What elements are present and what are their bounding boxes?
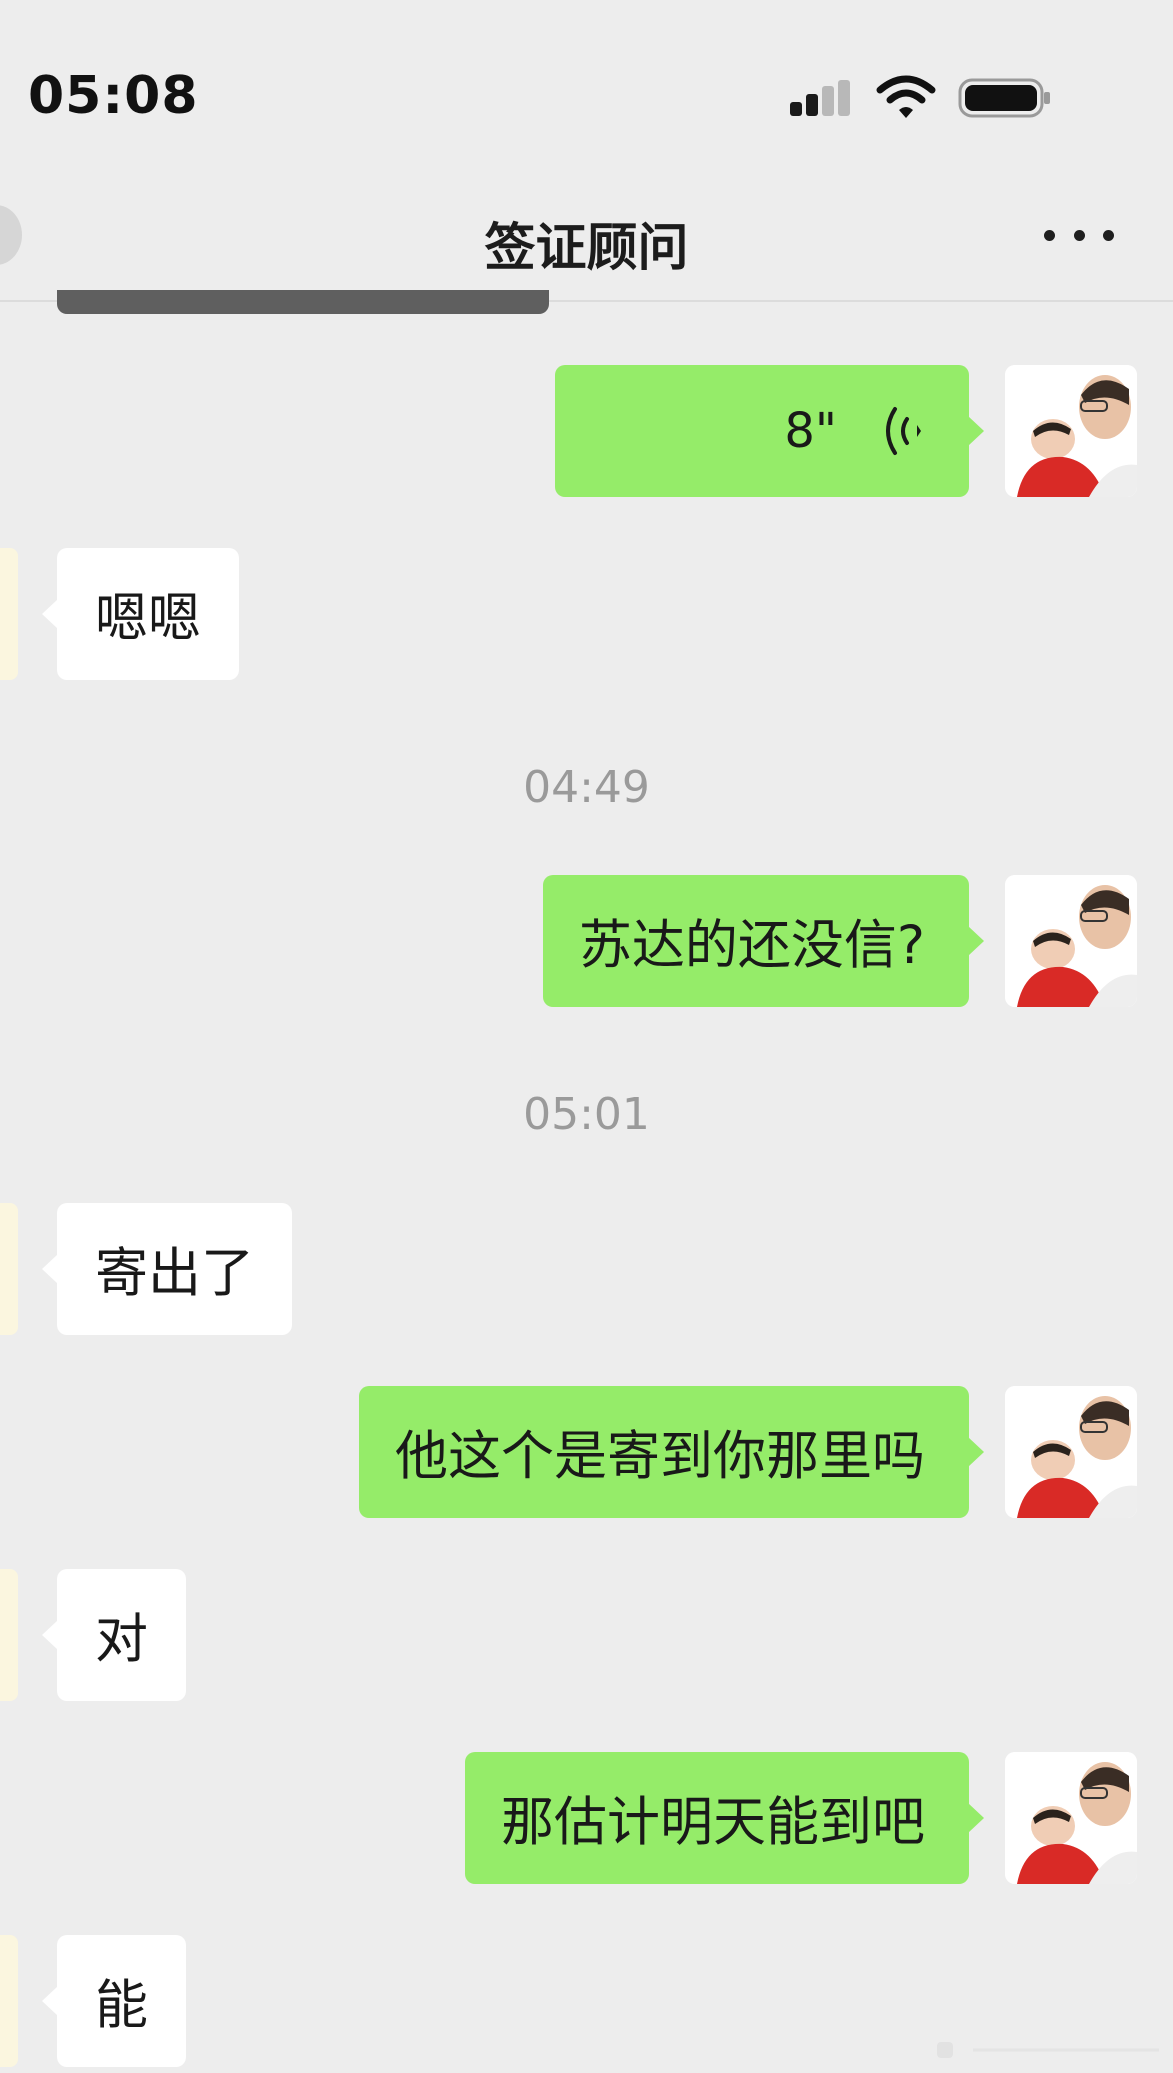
sender-avatar-edge[interactable] <box>0 1569 18 1701</box>
chat-title: 签证顾问 <box>484 219 689 278</box>
message-text: 他这个是寄到你那里吗 <box>395 1426 925 1487</box>
voice-duration: 8" <box>784 403 837 459</box>
status-bar: 05:08 <box>0 0 1173 190</box>
sender-avatar-edge[interactable] <box>0 1935 18 2067</box>
message-text: 苏达的还没信? <box>578 915 925 976</box>
sender-avatar-edge[interactable] <box>0 1203 18 1335</box>
image-message-preview[interactable] <box>57 290 549 314</box>
timestamp: 05:01 <box>523 1089 650 1140</box>
message-bubble-incoming[interactable]: 能 <box>42 1935 186 2067</box>
wifi-icon <box>876 75 936 118</box>
avatar[interactable] <box>1005 1386 1137 1518</box>
message-text: 对 <box>95 1609 148 1670</box>
message-text: 那估计明天能到吧 <box>501 1792 925 1853</box>
message-bubble-outgoing[interactable]: 他这个是寄到你那里吗 <box>359 1386 984 1518</box>
message-bubble-incoming[interactable]: 寄出了 <box>42 1203 292 1335</box>
avatar[interactable] <box>1005 1752 1137 1884</box>
message-text: 能 <box>95 1975 148 2036</box>
sender-avatar-edge[interactable] <box>0 548 18 680</box>
message-bubble-incoming[interactable]: 嗯嗯 <box>42 548 239 680</box>
more-icon[interactable] <box>1044 220 1114 250</box>
voice-message-bubble[interactable]: 8" <box>555 365 984 497</box>
timestamp: 04:49 <box>523 762 650 813</box>
message-text: 寄出了 <box>95 1243 254 1304</box>
avatar[interactable] <box>1005 365 1137 497</box>
signal-icon <box>790 80 850 116</box>
message-text: 嗯嗯 <box>95 588 201 649</box>
voice-wave-icon <box>886 407 921 455</box>
message-bubble-incoming[interactable]: 对 <box>42 1569 186 1701</box>
battery-icon <box>958 78 1050 118</box>
watermark-mark <box>937 2042 1159 2058</box>
message-bubble-outgoing[interactable]: 苏达的还没信? <box>542 875 985 1007</box>
status-time: 05:08 <box>28 66 199 126</box>
message-bubble-outgoing[interactable]: 那估计明天能到吧 <box>465 1752 984 1884</box>
avatar[interactable] <box>1005 875 1137 1007</box>
